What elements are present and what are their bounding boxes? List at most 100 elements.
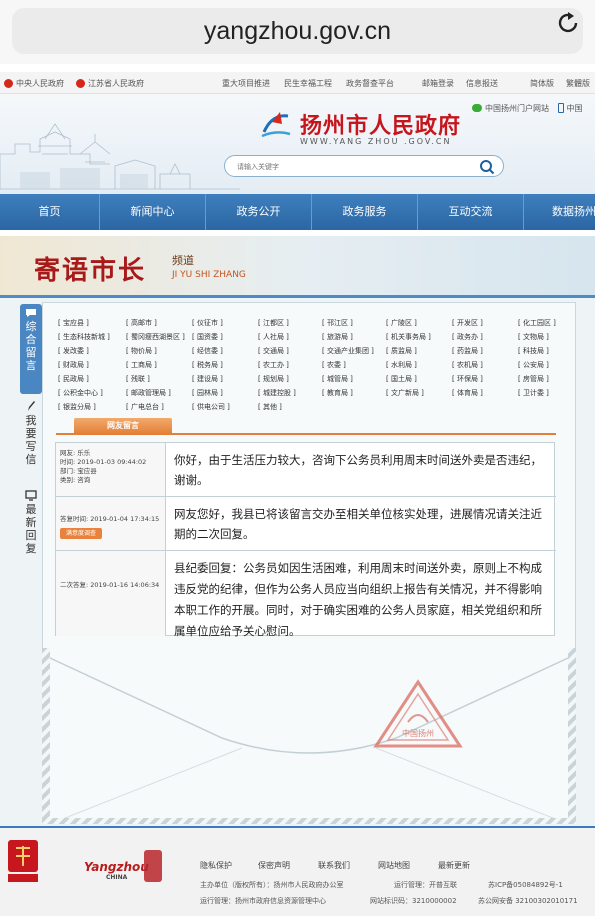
department-link[interactable]: [ 国资委 ]	[192, 332, 223, 342]
department-link[interactable]: [ 农机局 ]	[452, 360, 483, 370]
department-link[interactable]: [ 财政局 ]	[58, 360, 89, 370]
department-link[interactable]: [ 建设局 ]	[192, 374, 223, 384]
link-mail-login[interactable]: 邮箱登录	[422, 78, 454, 89]
department-link[interactable]: [ 生态科技新城 ]	[58, 332, 110, 342]
link-portal[interactable]: 中国扬州门户网站	[485, 104, 549, 113]
department-link[interactable]: [ 科技局 ]	[518, 346, 549, 356]
department-link[interactable]: [ 邮政管理局 ]	[126, 388, 171, 398]
nav-gov-info[interactable]: 政务公开	[206, 194, 312, 230]
second-reply-meta: 二次答复: 2019-01-16 14:06:34	[56, 551, 166, 636]
department-link[interactable]: [ 水利局 ]	[386, 360, 417, 370]
department-link[interactable]: [ 旅游局 ]	[322, 332, 353, 342]
department-link[interactable]: [ 其他 ]	[258, 402, 282, 412]
department-link[interactable]: [ 农工办 ]	[258, 360, 289, 370]
department-link[interactable]: [ 残联 ]	[126, 374, 150, 384]
search-input[interactable]	[237, 159, 467, 174]
department-link[interactable]: [ 农委 ]	[322, 360, 346, 370]
department-link[interactable]: [ 宝应县 ]	[58, 318, 89, 328]
link-central-gov[interactable]: 中央人民政府	[4, 78, 64, 89]
message-time: 时间: 2019-01-03 09:44:02	[60, 458, 147, 466]
department-link[interactable]: [ 环保局 ]	[452, 374, 483, 384]
department-link[interactable]: [ 公安局 ]	[518, 360, 549, 370]
department-link[interactable]: [ 供电公司 ]	[192, 402, 230, 412]
department-link[interactable]: [ 卫计委 ]	[518, 388, 549, 398]
link-jiangsu-gov[interactable]: 江苏省人民政府	[76, 78, 144, 89]
section-tab-netizen-messages[interactable]: 网友留言	[74, 418, 172, 434]
search-box	[224, 155, 504, 177]
reload-icon[interactable]	[555, 10, 581, 36]
department-link[interactable]: [ 发改委 ]	[58, 346, 89, 356]
department-link[interactable]: [ 质监局 ]	[386, 346, 417, 356]
link-livelihood[interactable]: 民生幸福工程	[284, 78, 332, 89]
department-link[interactable]: [ 规划局 ]	[258, 374, 289, 384]
department-link[interactable]: [ 城管局 ]	[322, 374, 353, 384]
satisfaction-survey-button[interactable]: 满意度调查	[60, 528, 103, 539]
site-url-text: WWW.YANG ZHOU .GOV.CN	[300, 137, 452, 146]
department-link[interactable]: [ 文物局 ]	[518, 332, 549, 342]
department-link[interactable]: [ 交通局 ]	[258, 346, 289, 356]
department-link[interactable]: [ 高邮市 ]	[126, 318, 157, 328]
department-link[interactable]: [ 邗江区 ]	[322, 318, 353, 328]
footer-link-confidential[interactable]: 保密声明	[258, 860, 290, 871]
department-link[interactable]: [ 广电总台 ]	[126, 402, 164, 412]
footer-link-sitemap[interactable]: 网站地图	[378, 860, 410, 871]
department-link[interactable]: [ 工商局 ]	[126, 360, 157, 370]
department-link[interactable]: [ 广陵区 ]	[386, 318, 417, 328]
tab-latest-replies-label: 最新回复	[25, 503, 37, 555]
department-link[interactable]: [ 房管局 ]	[518, 374, 549, 384]
nav-news[interactable]: 新闻中心	[100, 194, 206, 230]
department-link[interactable]: [ 蜀冈瘦西湖景区 ]	[126, 332, 185, 342]
department-link[interactable]: [ 江都区 ]	[258, 318, 289, 328]
department-link[interactable]: [ 物价局 ]	[126, 346, 157, 356]
stamp-text: 中国扬州	[402, 728, 434, 738]
footer-manager: 运行管理：扬州市政府信息资源管理中心	[200, 897, 326, 905]
link-info-report[interactable]: 信息报送	[466, 78, 498, 89]
channel-pinyin: JI YU SHI ZHANG	[172, 270, 246, 280]
department-link[interactable]: [ 交通产业集团 ]	[322, 346, 374, 356]
section-divider	[56, 433, 556, 435]
department-link[interactable]: [ 经信委 ]	[192, 346, 223, 356]
department-link[interactable]: [ 体育局 ]	[452, 388, 483, 398]
link-key-projects[interactable]: 重大项目推进	[222, 78, 270, 89]
mobile-icon[interactable]	[557, 103, 564, 113]
search-icon[interactable]	[479, 159, 495, 175]
department-link[interactable]: [ 文广新局 ]	[386, 388, 424, 398]
nav-interaction[interactable]: 互动交流	[418, 194, 524, 230]
department-link[interactable]: [ 公积金中心 ]	[58, 388, 103, 398]
table-row: 二次答复: 2019-01-16 14:06:34 县纪委回复：公务员如因生活困…	[56, 551, 556, 638]
tab-write-letter[interactable]: 我要写信	[20, 400, 42, 470]
footer-link-privacy[interactable]: 隐私保护	[200, 860, 232, 871]
department-link[interactable]: [ 税务局 ]	[192, 360, 223, 370]
footer-link-contact[interactable]: 联系我们	[318, 860, 350, 871]
department-link[interactable]: [ 教育局 ]	[322, 388, 353, 398]
link-mobile[interactable]: 中国	[567, 104, 583, 113]
footer-police-record[interactable]: 苏公网安备 32100302010171	[478, 896, 578, 906]
address-bar[interactable]: yangzhou.gov.cn	[12, 8, 583, 54]
department-link[interactable]: [ 人社局 ]	[258, 332, 289, 342]
nav-gov-service[interactable]: 政务服务	[312, 194, 418, 230]
footer-link-updates[interactable]: 最新更新	[438, 860, 470, 871]
nav-data[interactable]: 数据扬州	[524, 194, 595, 230]
department-link[interactable]: [ 仪征市 ]	[192, 318, 223, 328]
department-link[interactable]: [ 药监局 ]	[452, 346, 483, 356]
link-supervision[interactable]: 政务督查平台	[346, 78, 394, 89]
tab-latest-replies[interactable]: 最新回复	[20, 490, 42, 562]
link-traditional[interactable]: 繁體版	[566, 78, 590, 89]
nav-home[interactable]: 首页	[0, 194, 100, 230]
department-link[interactable]: [ 政务办 ]	[452, 332, 483, 342]
link-simplified[interactable]: 简体版	[530, 78, 554, 89]
department-link[interactable]: [ 机关事务局 ]	[386, 332, 431, 342]
department-link[interactable]: [ 民政局 ]	[58, 374, 89, 384]
table-row: 网友: 乐乐 时间: 2019-01-03 09:44:02 部门: 宝应县 类…	[56, 443, 556, 497]
wechat-icon[interactable]	[472, 104, 482, 112]
tab-all-messages[interactable]: 综合留言	[20, 304, 42, 394]
department-link[interactable]: [ 城建控股 ]	[258, 388, 296, 398]
footer-icp[interactable]: 苏ICP备05084892号-1	[488, 880, 563, 890]
department-link[interactable]: [ 开发区 ]	[452, 318, 483, 328]
department-link[interactable]: [ 国土局 ]	[386, 374, 417, 384]
department: 部门: 宝应县	[60, 467, 97, 475]
url-text[interactable]: yangzhou.gov.cn	[12, 8, 583, 54]
department-link[interactable]: [ 园林局 ]	[192, 388, 223, 398]
department-link[interactable]: [ 化工园区 ]	[518, 318, 556, 328]
department-link[interactable]: [ 银监分局 ]	[58, 402, 96, 412]
